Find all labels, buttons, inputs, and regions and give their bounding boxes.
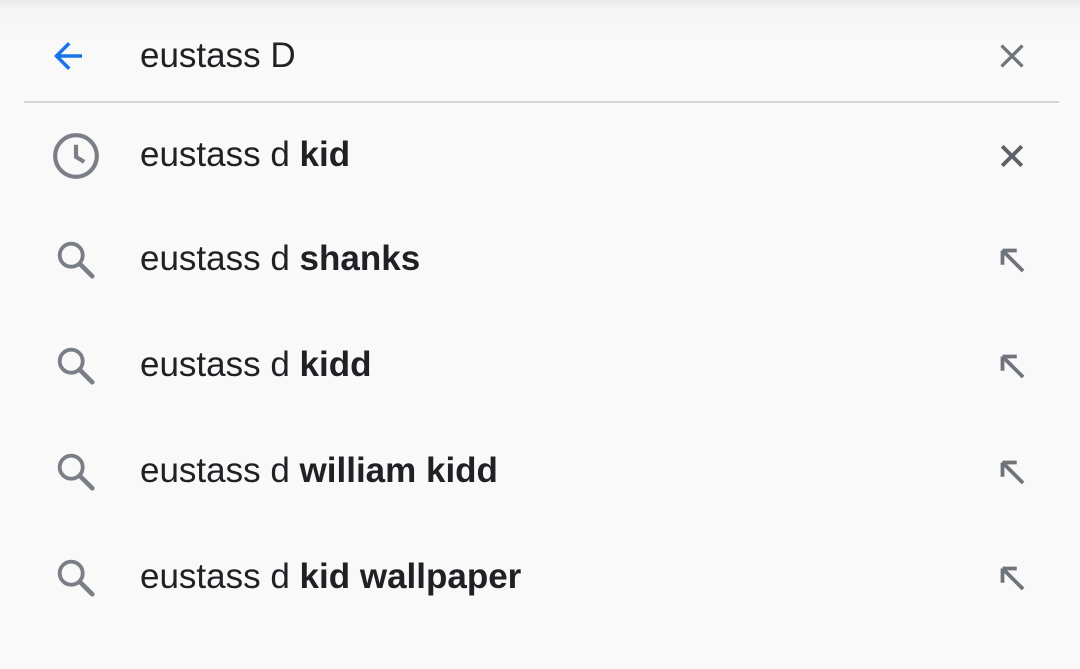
arrow-left-icon xyxy=(54,42,82,70)
fill-query-arrow-icon xyxy=(1000,354,1025,379)
suggestion-text: eustass d kidd xyxy=(140,345,372,385)
suggestion-item[interactable]: eustass d kid wallpaper xyxy=(0,525,1080,631)
suggestion-prefix: eustass d xyxy=(140,134,300,174)
suggestion-item[interactable]: eustass d shanks xyxy=(0,207,1080,313)
suggestion-text: eustass d william kidd xyxy=(140,451,498,491)
suggestion-item[interactable]: eustass d kidd xyxy=(0,313,1080,419)
suggestion-text: eustass d shanks xyxy=(140,239,420,279)
search-icon xyxy=(48,232,104,288)
fill-query-button[interactable] xyxy=(984,232,1040,288)
search-icon xyxy=(48,444,104,500)
history-clock-icon xyxy=(48,128,104,184)
search-icon xyxy=(48,550,104,606)
suggestion-prefix: eustass d xyxy=(140,451,300,491)
suggestion-prefix: eustass d xyxy=(140,345,300,385)
suggestion-item[interactable]: eustass d william kidd xyxy=(0,419,1080,525)
suggestion-prefix: eustass d xyxy=(140,239,300,279)
suggestion-prefix: eustass d xyxy=(140,557,300,597)
search-divider xyxy=(24,101,1059,103)
remove-history-button[interactable] xyxy=(984,128,1040,184)
search-input[interactable] xyxy=(140,28,940,84)
fill-query-button[interactable] xyxy=(984,550,1040,606)
suggestion-item-history[interactable]: eustass d kid xyxy=(0,104,1080,207)
search-icon xyxy=(48,338,104,394)
suggestion-completion: kidd xyxy=(299,345,372,385)
close-icon xyxy=(1000,44,1024,68)
fill-query-arrow-icon xyxy=(1000,248,1025,273)
suggestion-completion: kid xyxy=(299,134,351,174)
suggestion-completion: kid wallpaper xyxy=(299,557,522,597)
suggestion-text: eustass d kid wallpaper xyxy=(140,557,521,597)
fill-query-arrow-icon xyxy=(1000,566,1025,591)
search-bar xyxy=(0,0,1080,104)
fill-query-button[interactable] xyxy=(984,444,1040,500)
fill-query-button[interactable] xyxy=(984,338,1040,394)
back-button[interactable] xyxy=(40,28,96,84)
suggestion-list: eustass d kid eustass d shanks eustass d… xyxy=(0,104,1080,631)
remove-icon xyxy=(1000,144,1024,167)
fill-query-arrow-icon xyxy=(1000,460,1025,485)
clear-query-button[interactable] xyxy=(984,28,1040,84)
suggestion-text: eustass d kid xyxy=(140,135,350,175)
search-screen: eustass d kid eustass d shanks xyxy=(0,0,1080,669)
suggestion-completion: shanks xyxy=(299,239,421,279)
suggestion-completion: william kidd xyxy=(299,451,498,491)
